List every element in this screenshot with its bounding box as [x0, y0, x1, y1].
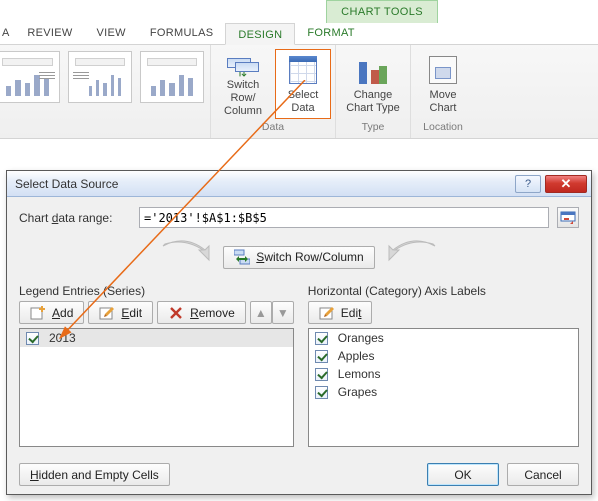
move-chart-label-1: Move: [430, 89, 457, 102]
category-checkbox[interactable]: [315, 386, 328, 399]
help-button[interactable]: ?: [515, 175, 541, 193]
switch-row-column-dialog-icon: [234, 249, 250, 265]
ribbon-body: ⇄ Switch Row/ Column Select Data Data Ch…: [0, 45, 598, 139]
list-item[interactable]: Oranges: [309, 329, 578, 347]
tab-design[interactable]: DESIGN: [225, 23, 295, 45]
remove-icon: [168, 305, 184, 321]
change-chart-type-label-1: Change: [354, 89, 393, 102]
change-chart-type-icon: [357, 54, 389, 86]
category-checkbox[interactable]: [315, 350, 328, 363]
select-data-button[interactable]: Select Data: [275, 49, 331, 119]
edit-axis-labels-button[interactable]: Edit: [308, 301, 373, 324]
close-button[interactable]: ✕: [545, 175, 587, 193]
chart-layout-thumb-1[interactable]: [0, 51, 60, 103]
edit-icon: [99, 305, 115, 321]
category-label: Oranges: [338, 331, 384, 345]
hidden-empty-cells-button[interactable]: Hidden and Empty Cells: [19, 463, 170, 486]
group-data-label: Data: [262, 119, 284, 135]
up-icon: ▲: [255, 306, 267, 320]
down-icon: ▼: [277, 306, 289, 320]
legend-series-listbox[interactable]: 2013: [19, 328, 294, 447]
chart-data-range-label: Chart data range:: [19, 211, 131, 225]
category-checkbox[interactable]: [315, 368, 328, 381]
switch-row-column-dialog-label: Switch Row/Column: [256, 250, 363, 264]
group-type-label: Type: [362, 119, 385, 135]
help-icon: ?: [525, 178, 531, 190]
move-series-down-button[interactable]: ▼: [272, 301, 294, 324]
curved-arrow-right-icon: [387, 240, 439, 274]
move-chart-label-2: Chart: [430, 102, 457, 115]
edit-series-button[interactable]: Edit: [88, 301, 153, 324]
edit-axis-labels-label: Edit: [341, 306, 362, 320]
curved-arrow-left-icon: [159, 240, 211, 274]
category-label: Lemons: [338, 367, 381, 381]
switch-row-column-label-2: Column: [224, 105, 262, 118]
category-label: Grapes: [338, 385, 377, 399]
dialog-footer: Hidden and Empty Cells OK Cancel: [7, 455, 591, 494]
range-collapse-icon: [560, 210, 576, 226]
category-label: Apples: [338, 349, 375, 363]
add-series-label: Add: [52, 306, 73, 320]
move-chart-button[interactable]: Move Chart: [415, 49, 471, 119]
tab-review[interactable]: REVIEW: [15, 22, 84, 44]
select-data-icon: [287, 54, 319, 86]
tab-formulas[interactable]: FORMULAS: [138, 22, 226, 44]
category-checkbox[interactable]: [315, 332, 328, 345]
cancel-button[interactable]: Cancel: [507, 463, 579, 486]
tab-format[interactable]: FORMAT: [295, 22, 366, 44]
list-item[interactable]: Grapes: [309, 383, 578, 401]
switch-row-column-icon: ⇄: [227, 54, 259, 76]
group-data: ⇄ Switch Row/ Column Select Data Data: [211, 45, 336, 138]
list-item[interactable]: Lemons: [309, 365, 578, 383]
change-chart-type-button[interactable]: Change Chart Type: [340, 49, 406, 119]
select-data-label-1: Select: [288, 89, 319, 102]
legend-entries-column: Legend Entries (Series) Add Edit Remove: [19, 284, 294, 447]
group-chart-layouts: [0, 45, 211, 138]
contextual-tab-chart-tools: CHART TOOLS: [326, 0, 438, 23]
axis-labels-listbox[interactable]: Oranges Apples Lemons Grapes: [308, 328, 579, 447]
switch-row-column-dialog-button[interactable]: Switch Row/Column: [223, 246, 374, 269]
chart-data-range-input[interactable]: [139, 207, 549, 228]
ok-label: OK: [454, 468, 471, 482]
series-label: 2013: [49, 331, 76, 345]
change-chart-type-label-2: Chart Type: [346, 102, 400, 115]
close-icon: ✕: [561, 176, 572, 192]
chart-layout-thumb-2[interactable]: [68, 51, 132, 103]
axis-labels-heading: Horizontal (Category) Axis Labels: [308, 284, 579, 298]
edit-series-label: Edit: [121, 306, 142, 320]
select-data-source-dialog: Select Data Source ? ✕ Chart data range:: [6, 170, 592, 495]
add-icon: [30, 305, 46, 321]
group-location-label: Location: [423, 119, 463, 135]
tab-view[interactable]: VIEW: [85, 22, 138, 44]
cancel-label: Cancel: [524, 468, 561, 482]
switch-row-column-row: Switch Row/Column: [19, 236, 579, 276]
ok-button[interactable]: OK: [427, 463, 499, 486]
ribbon-contextual-row: CHART TOOLS: [0, 0, 598, 23]
switch-row-column-button[interactable]: ⇄ Switch Row/ Column: [215, 49, 271, 119]
move-series-up-button[interactable]: ▲: [250, 301, 272, 324]
group-type: Change Chart Type Type: [336, 45, 411, 138]
remove-series-label: Remove: [190, 306, 235, 320]
move-chart-icon: [427, 54, 459, 86]
chart-layout-thumb-3[interactable]: [140, 51, 204, 103]
edit-icon: [319, 305, 335, 321]
ribbon-tabstrip: A REVIEW VIEW FORMULAS DESIGN FORMAT: [0, 23, 598, 45]
add-series-button[interactable]: Add: [19, 301, 84, 324]
list-item[interactable]: Apples: [309, 347, 578, 365]
switch-row-column-label-1: Switch Row/: [216, 79, 270, 105]
select-data-label-2: Data: [291, 102, 314, 115]
series-checkbox[interactable]: [26, 332, 39, 345]
axis-labels-column: Horizontal (Category) Axis Labels Edit O…: [308, 284, 579, 447]
remove-series-button[interactable]: Remove: [157, 301, 246, 324]
legend-entries-heading: Legend Entries (Series): [19, 284, 294, 298]
dialog-titlebar[interactable]: Select Data Source ? ✕: [7, 171, 591, 197]
chart-data-range-row: Chart data range:: [19, 207, 579, 228]
dialog-title: Select Data Source: [15, 177, 118, 191]
group-location: Move Chart Location: [411, 45, 475, 138]
range-collapse-button[interactable]: [557, 207, 579, 228]
hidden-empty-cells-label: Hidden and Empty Cells: [30, 468, 159, 482]
list-item[interactable]: 2013: [20, 329, 293, 347]
tab-partial[interactable]: A: [2, 22, 15, 44]
